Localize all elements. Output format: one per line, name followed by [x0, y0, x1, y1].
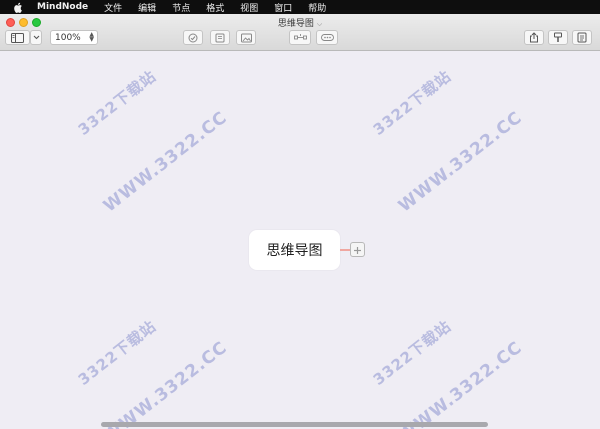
sidebar-toggle-button[interactable]: [5, 30, 30, 45]
watermark-text: 3322下载站: [74, 66, 160, 139]
menu-view[interactable]: 视图: [240, 1, 258, 14]
document-title[interactable]: 思维导图 ⌵: [0, 16, 600, 29]
chevron-down-icon: [33, 35, 40, 40]
share-button[interactable]: [524, 30, 544, 45]
add-image-button[interactable]: [236, 30, 256, 45]
zoom-level-value: 100%: [55, 32, 81, 43]
document-title-text: 思维导图: [277, 19, 314, 29]
note-icon: [215, 33, 225, 43]
watermark-text: 3322下载站: [369, 316, 455, 389]
complete-task-button[interactable]: [183, 30, 203, 45]
format-brush-icon: [553, 32, 563, 43]
add-note-button[interactable]: [210, 30, 230, 45]
mindmap-canvas[interactable]: 3322下载站 WWW.3322.CC 3322下载站 WWW.3322.CC …: [0, 52, 600, 429]
watermark-text: WWW.3322.CC: [394, 107, 527, 217]
menu-format[interactable]: 格式: [206, 1, 224, 14]
title-toolbar: 思维导图 ⌵ 100% ▲ ▼: [0, 14, 600, 51]
menu-help[interactable]: 帮助: [308, 1, 326, 14]
zoom-stepper-icon[interactable]: ▲ ▼: [89, 32, 94, 43]
menu-file[interactable]: 文件: [104, 1, 122, 14]
horizontal-scrollbar[interactable]: [101, 422, 488, 427]
menu-edit[interactable]: 编辑: [138, 1, 156, 14]
app-menu-mindnode[interactable]: MindNode: [37, 2, 88, 12]
task-check-icon: [188, 33, 198, 43]
root-node-label: 思维导图: [266, 243, 323, 259]
add-connection-button[interactable]: [289, 30, 311, 45]
plus-icon: [353, 240, 362, 259]
outline-icon: [577, 32, 587, 43]
share-icon: [529, 32, 539, 43]
zoom-level-select[interactable]: 100% ▲ ▼: [50, 30, 98, 45]
menu-bar: MindNode 文件 编辑 节点 格式 视图 窗口 帮助: [0, 0, 600, 14]
node-connector-line: [340, 249, 350, 251]
apple-logo-icon[interactable]: [14, 2, 23, 13]
menu-node[interactable]: 节点: [172, 1, 190, 14]
document-window: 思维导图 ⌵ 100% ▲ ▼ 3322下载站 WWW.3322.CC 3322…: [0, 14, 600, 429]
format-inspector-button[interactable]: [548, 30, 568, 45]
more-options-button[interactable]: [316, 30, 338, 45]
chevron-down-icon: ⌵: [316, 20, 323, 28]
root-node[interactable]: 思维导图: [249, 230, 340, 270]
menu-window[interactable]: 窗口: [274, 1, 292, 14]
more-icon: [320, 34, 334, 41]
sidebar-options-dropdown[interactable]: [30, 30, 42, 45]
connection-icon: [293, 33, 307, 42]
outline-inspector-button[interactable]: [572, 30, 592, 45]
watermark-text: 3322下载站: [369, 66, 455, 139]
watermark-text: WWW.3322.CC: [99, 107, 232, 217]
watermark-text: 3322下载站: [74, 316, 160, 389]
image-icon: [240, 33, 252, 43]
sidebar-toggle-icon: [11, 32, 24, 43]
add-child-node-button[interactable]: [350, 242, 365, 257]
